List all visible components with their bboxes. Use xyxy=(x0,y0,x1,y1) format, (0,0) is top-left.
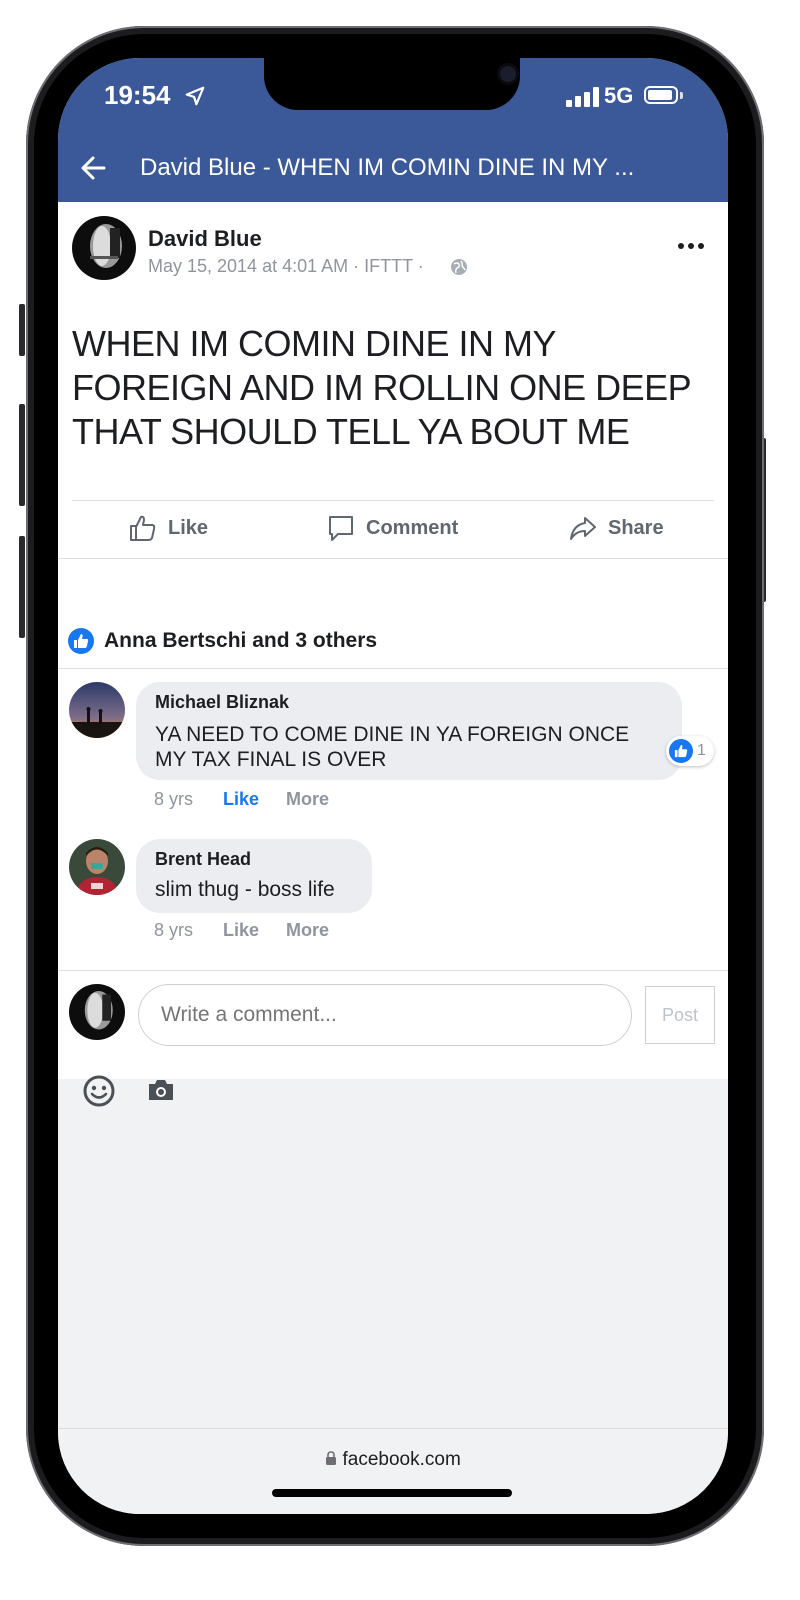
home-indicator[interactable] xyxy=(272,1489,512,1497)
comment-reactions[interactable]: 1 xyxy=(666,736,714,766)
back-arrow-icon[interactable] xyxy=(74,150,114,186)
like-reaction-icon xyxy=(669,739,693,763)
likes-summary-text: Anna Bertschi and 3 others xyxy=(104,629,378,652)
url-bar[interactable]: facebook.com xyxy=(58,1449,728,1471)
page-title: David Blue - WHEN IM COMIN DINE IN MY ..… xyxy=(140,154,635,181)
browser-bottom-bar: facebook.com xyxy=(58,1428,728,1514)
post-text: WHEN IM COMIN DINE IN MY FOREIGN AND IM … xyxy=(72,323,691,452)
volume-up-button xyxy=(19,404,25,506)
comment-time: 8 yrs xyxy=(154,789,194,809)
post-meta: May 15, 2014 at 4:01 AM · IFTTT · xyxy=(148,256,424,276)
comment-text: YA NEED TO COME DINE IN YA FOREIGN ONCE … xyxy=(155,722,629,772)
author-avatar[interactable] xyxy=(72,216,136,280)
commenter-name[interactable]: Brent Head xyxy=(155,849,251,870)
more-options-icon[interactable] xyxy=(676,236,706,256)
network-type: 5G xyxy=(604,83,634,108)
comment-more-link[interactable]: More xyxy=(286,789,329,810)
battery-tip xyxy=(680,92,683,99)
notch xyxy=(264,58,520,110)
front-camera xyxy=(500,66,516,82)
comment-label: Comment xyxy=(366,516,459,539)
status-time: 19:54 xyxy=(104,80,171,110)
share-button[interactable]: Share xyxy=(568,510,664,546)
location-arrow-icon xyxy=(185,86,205,106)
commenter-avatar[interactable] xyxy=(69,839,125,895)
comment-text-line: MY TAX FINAL IS OVER xyxy=(155,748,387,771)
comment-input[interactable] xyxy=(138,984,632,1046)
globe-icon xyxy=(451,259,467,275)
emoji-icon[interactable] xyxy=(82,1074,116,1108)
cellular-signal-icon xyxy=(566,87,600,107)
divider xyxy=(58,558,728,559)
reaction-count: 1 xyxy=(697,742,706,759)
post-card: David Blue May 15, 2014 at 4:01 AM · IFT… xyxy=(58,202,728,1107)
thumbs-up-icon xyxy=(130,515,156,541)
like-button[interactable]: Like xyxy=(128,510,208,546)
comment-button[interactable]: Comment xyxy=(326,510,458,546)
phone-screen: 19:54 5G David Blue - WHEN IM COMIN DINE… xyxy=(58,58,728,1514)
author-name[interactable]: David Blue xyxy=(148,226,262,252)
like-label: Like xyxy=(168,516,209,539)
top-bar: 19:54 5G David Blue - WHEN IM COMIN DINE… xyxy=(58,58,728,202)
comment-like-link[interactable]: Like xyxy=(223,789,259,810)
divider xyxy=(72,500,714,501)
comment-bubble[interactable]: Brent Head slim thug - boss life xyxy=(136,839,372,913)
comment-bubble-icon xyxy=(329,516,353,541)
divider xyxy=(58,970,728,971)
volume-down-button xyxy=(19,536,25,638)
commenter-avatar[interactable] xyxy=(69,682,125,738)
lock-icon xyxy=(326,1451,337,1465)
share-arrow-icon xyxy=(570,517,596,540)
comment-time: 8 yrs xyxy=(154,920,194,940)
silent-switch xyxy=(19,304,25,356)
comment-like-link[interactable]: Like xyxy=(223,920,259,941)
my-avatar xyxy=(69,984,125,1040)
like-reaction-icon xyxy=(68,628,94,654)
camera-icon[interactable] xyxy=(146,1076,176,1104)
likes-summary[interactable]: Anna Bertschi and 3 others xyxy=(68,626,377,656)
divider xyxy=(58,668,728,669)
comment-text-line: YA NEED TO COME DINE IN YA FOREIGN ONCE xyxy=(155,723,630,746)
post-comment-button[interactable]: Post xyxy=(645,986,715,1044)
url-text: facebook.com xyxy=(342,1449,461,1470)
comment-bubble[interactable]: Michael Bliznak YA NEED TO COME DINE IN … xyxy=(136,682,682,780)
comment-text: slim thug - boss life xyxy=(155,878,335,901)
battery-icon xyxy=(644,86,678,104)
commenter-name[interactable]: Michael Bliznak xyxy=(155,692,289,713)
comment-more-link[interactable]: More xyxy=(286,920,329,941)
share-label: Share xyxy=(608,516,664,539)
